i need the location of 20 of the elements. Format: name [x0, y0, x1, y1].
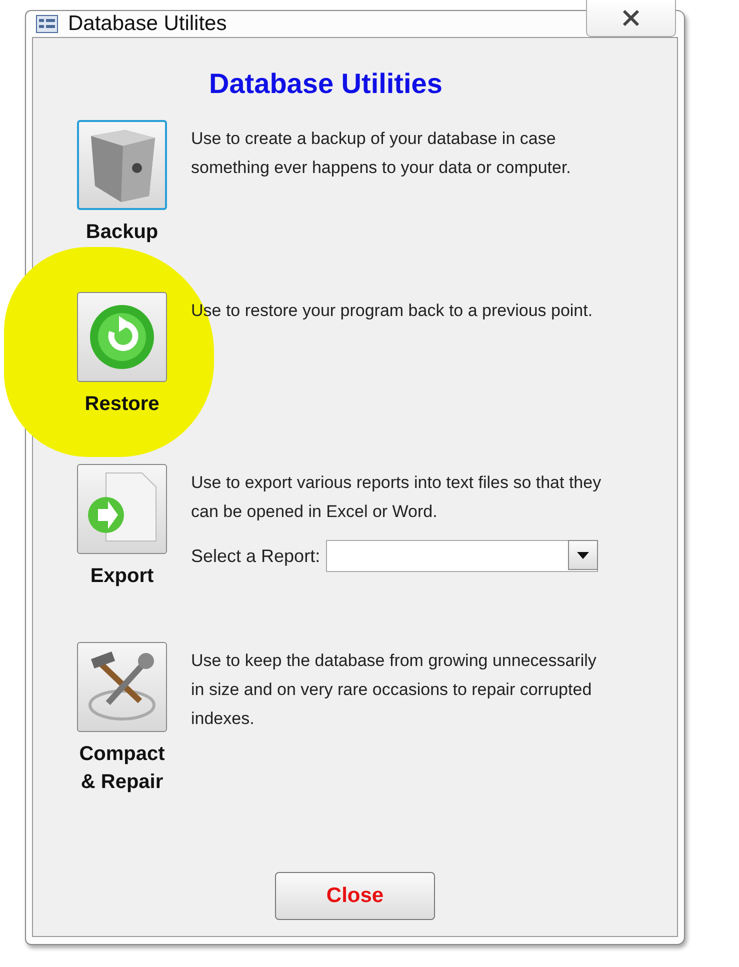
- caret-icon: [577, 552, 590, 558]
- utility-button[interactable]: [77, 464, 167, 554]
- utility-button[interactable]: [77, 120, 167, 210]
- utility-label: Export: [90, 564, 154, 589]
- window-title: Database Utilites: [68, 12, 228, 36]
- close-window-button[interactable]: [586, 0, 676, 37]
- dropdown-button[interactable]: [568, 540, 598, 570]
- close-icon: [621, 8, 641, 26]
- form-icon: [36, 15, 58, 33]
- utility-description: Use to keep the database from growing unnecessarily in size and on very rare occasions to repair corrupted indexes.: [191, 650, 598, 730]
- utility-label: Backup: [86, 220, 158, 245]
- form-heading: Database Utilities: [209, 68, 444, 100]
- utility-description: Use to export various reports into text files so that they can be opened in Excel or Word.: [191, 472, 602, 523]
- utility-label: Compact & Repair: [78, 742, 166, 795]
- utility-button[interactable]: [77, 642, 167, 732]
- select-label: Select a Report:: [191, 546, 320, 566]
- utility-button[interactable]: [77, 292, 167, 382]
- utility-description: Use to create a backup of your database in case something ever happens to your data or computer.: [191, 128, 572, 179]
- utility-label: Restore: [84, 392, 160, 417]
- close-button[interactable]: Close: [275, 872, 435, 920]
